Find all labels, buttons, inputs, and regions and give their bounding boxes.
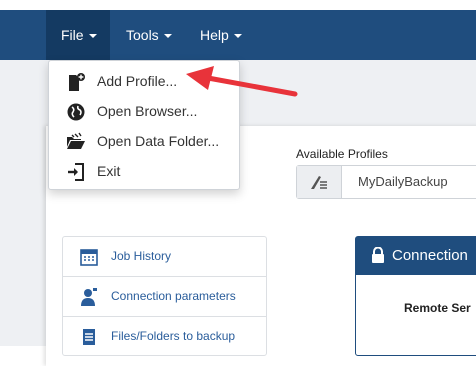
side-menu: Job History Connection parameters Files/…	[62, 236, 267, 356]
caret-down-icon	[163, 34, 172, 39]
menu-item-label: Open Data Folder...	[97, 133, 220, 149]
connection-panel-header: Connection	[356, 237, 476, 275]
menu-tools[interactable]: Tools	[126, 10, 172, 60]
connection-panel-title: Connection	[392, 247, 468, 264]
remote-server-label: Remote Ser	[404, 301, 471, 315]
edit-profile-icon	[311, 176, 327, 189]
menu-item-label: Open Browser...	[97, 103, 198, 119]
exit-icon	[68, 163, 84, 181]
globe-icon	[67, 103, 85, 121]
profile-select-value: MyDailyBackup	[358, 174, 448, 189]
folder-open-icon	[67, 132, 85, 149]
available-profiles-label: Available Profiles	[296, 147, 388, 161]
caret-down-icon	[233, 34, 242, 39]
user-tie-icon	[81, 288, 97, 306]
side-item-job-history[interactable]: Job History	[63, 237, 266, 277]
top-navbar: File Tools Help	[0, 10, 476, 60]
side-item-label: Job History	[111, 249, 172, 263]
side-item-label: Files/Folders to backup	[111, 329, 236, 343]
side-item-connection-parameters[interactable]: Connection parameters	[63, 277, 266, 317]
profile-select[interactable]: MyDailyBackup	[296, 165, 476, 199]
profile-edit-addon[interactable]	[297, 166, 342, 198]
connection-panel: Connection Remote Ser	[355, 236, 476, 356]
lock-icon	[372, 247, 384, 263]
add-profile-icon	[69, 73, 85, 91]
side-item-label: Connection parameters	[111, 289, 236, 303]
menu-file-label: File	[61, 27, 84, 43]
caret-down-icon	[88, 34, 97, 39]
document-list-icon	[83, 329, 95, 345]
menu-help[interactable]: Help	[200, 10, 242, 60]
menu-item-open-data-folder[interactable]: Open Data Folder...	[49, 126, 239, 156]
menu-item-label: Exit	[97, 163, 121, 179]
red-arrow-annotation	[186, 66, 298, 97]
calendar-icon	[80, 249, 98, 266]
menu-help-label: Help	[200, 27, 229, 43]
side-item-files-folders[interactable]: Files/Folders to backup	[63, 317, 266, 357]
menu-item-exit[interactable]: Exit	[49, 156, 239, 186]
menu-file[interactable]: File	[46, 10, 110, 60]
menu-tools-label: Tools	[126, 27, 159, 43]
menu-item-label: Add Profile...	[97, 73, 178, 89]
